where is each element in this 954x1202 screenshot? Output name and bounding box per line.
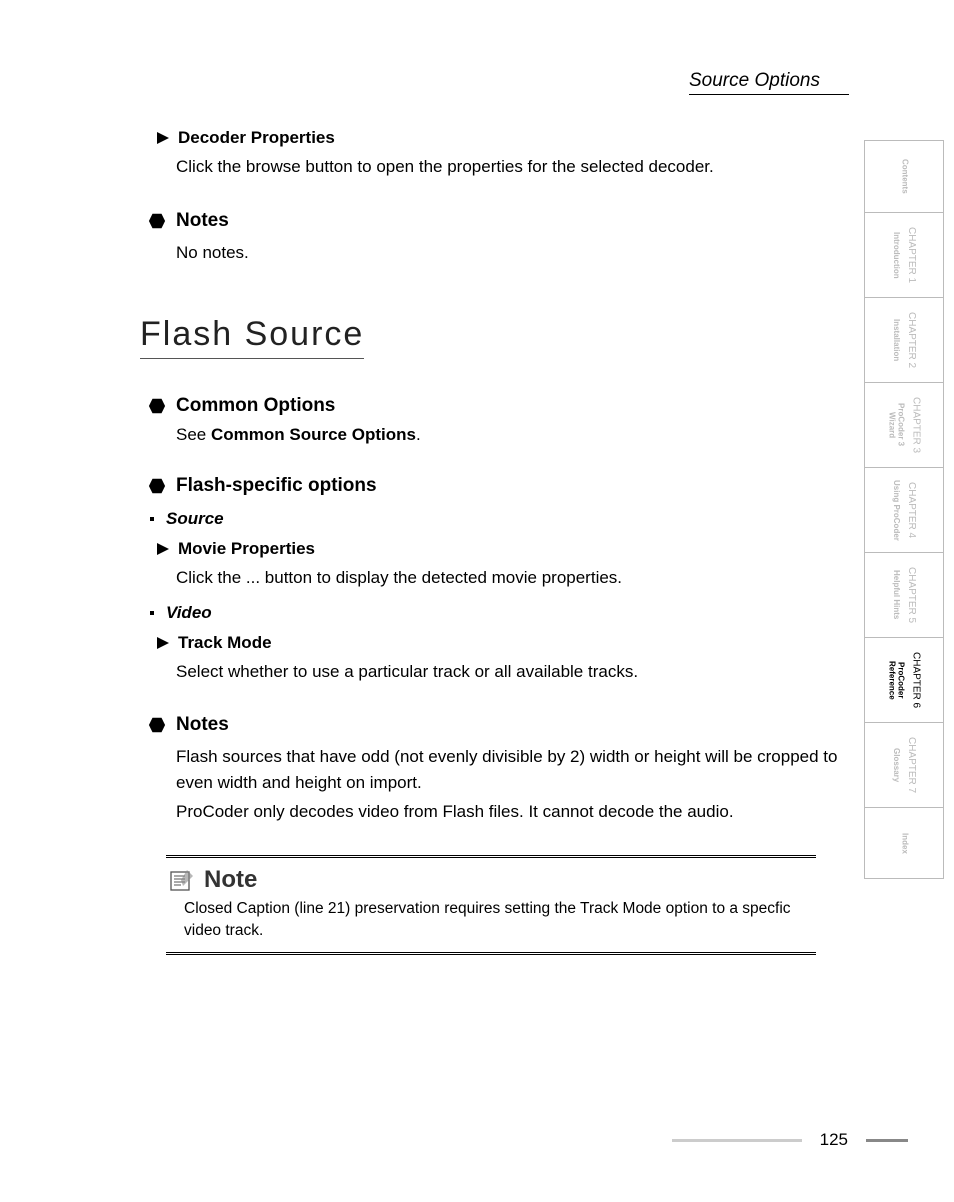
tab-chapter-2[interactable]: Installation CHAPTER 2	[864, 297, 944, 382]
page-number: 125	[820, 1130, 848, 1150]
tab-sub: ProCoder 3 Wizard	[887, 403, 905, 446]
note-heading: Note	[170, 866, 812, 894]
heading-common-options: Common Options	[148, 395, 838, 417]
footer-rule-right	[866, 1139, 908, 1142]
running-header: Source Options	[689, 70, 849, 95]
heading-track-mode: Track Mode	[156, 633, 838, 653]
arrow-right-icon	[156, 636, 170, 650]
tab-sub: Helpful Hints	[891, 570, 900, 619]
tab-chapter: CHAPTER 6	[910, 652, 921, 708]
heading-text: Decoder Properties	[178, 128, 335, 148]
body-movie-properties: Click the ... button to display the dete…	[176, 565, 838, 591]
tab-chapter-7[interactable]: Glossary CHAPTER 7	[864, 722, 944, 807]
heading-movie-properties: Movie Properties	[156, 539, 838, 559]
footer-rule-left	[672, 1139, 802, 1142]
note-body: Closed Caption (line 21) preservation re…	[184, 898, 812, 943]
hexagon-icon	[148, 716, 166, 734]
tab-sub: Introduction	[891, 232, 900, 279]
tab-chapter: CHAPTER 1	[906, 227, 917, 283]
hexagon-icon	[148, 212, 166, 230]
body-track-mode: Select whether to use a particular track…	[176, 659, 838, 685]
arrow-right-icon	[156, 131, 170, 145]
bullet-icon	[150, 611, 154, 615]
heading-text: Common Options	[176, 395, 335, 417]
see-prefix: See	[176, 425, 211, 444]
page: Source Options Decoder Properties Click …	[0, 0, 954, 1202]
heading-notes-2: Notes	[148, 714, 838, 736]
arrow-right-icon	[156, 542, 170, 556]
hexagon-icon	[148, 477, 166, 495]
tab-sub: Installation	[891, 319, 900, 361]
tab-chapter-3[interactable]: ProCoder 3 Wizard CHAPTER 3	[864, 382, 944, 467]
heading-text: Flash-specific options	[176, 475, 377, 497]
tab-index[interactable]: Index	[864, 807, 944, 879]
sub-label: Source	[166, 509, 224, 529]
main-content: Decoder Properties Click the browse butt…	[148, 120, 838, 955]
heading-text: Track Mode	[178, 633, 272, 653]
body-notes-1: No notes.	[176, 240, 838, 266]
tab-chapter-4[interactable]: Using ProCoder CHAPTER 4	[864, 467, 944, 552]
tab-sub: ProCoder Reference	[887, 661, 905, 700]
note-callout: Note Closed Caption (line 21) preservati…	[166, 855, 816, 956]
tab-chapter-5[interactable]: Helpful Hints CHAPTER 5	[864, 552, 944, 637]
tab-chapter: CHAPTER 2	[906, 312, 917, 368]
tab-label: Contents	[900, 159, 909, 194]
heading-text: Notes	[176, 210, 229, 232]
tab-chapter: CHAPTER 5	[906, 567, 917, 623]
sub-video: Video	[150, 603, 838, 623]
see-common-source-options: See Common Source Options.	[176, 425, 838, 445]
tab-contents[interactable]: Contents	[864, 140, 944, 212]
bullet-icon	[150, 517, 154, 521]
sub-source: Source	[150, 509, 838, 529]
heading-text: Movie Properties	[178, 539, 315, 559]
body-notes-2b: ProCoder only decodes video from Flash f…	[176, 799, 838, 825]
tab-chapter-1[interactable]: Introduction CHAPTER 1	[864, 212, 944, 297]
tab-sub: Using ProCoder	[891, 480, 900, 541]
heading-notes-1: Notes	[148, 210, 838, 232]
sub-label: Video	[166, 603, 212, 623]
tab-label: Index	[900, 833, 909, 854]
tab-chapter: CHAPTER 7	[906, 737, 917, 793]
heading-decoder-properties: Decoder Properties	[156, 128, 838, 148]
chapter-tabs: Contents Introduction CHAPTER 1 Installa…	[864, 140, 944, 879]
page-footer: 125	[672, 1130, 908, 1150]
tab-chapter: CHAPTER 3	[910, 397, 921, 453]
tab-sub: Glossary	[891, 748, 900, 782]
note-heading-text: Note	[204, 866, 257, 894]
tab-chapter: CHAPTER 4	[906, 482, 917, 538]
heading-text: Notes	[176, 714, 229, 736]
see-suffix: .	[416, 425, 421, 444]
body-decoder-properties: Click the browse button to open the prop…	[176, 154, 838, 180]
body-notes-2a: Flash sources that have odd (not evenly …	[176, 744, 838, 795]
hexagon-icon	[148, 397, 166, 415]
see-bold: Common Source Options	[211, 425, 416, 444]
heading-flash-specific: Flash-specific options	[148, 475, 838, 497]
note-icon	[170, 869, 194, 891]
section-title-flash-source: Flash Source	[140, 315, 364, 359]
tab-chapter-6[interactable]: ProCoder Reference CHAPTER 6	[864, 637, 944, 722]
